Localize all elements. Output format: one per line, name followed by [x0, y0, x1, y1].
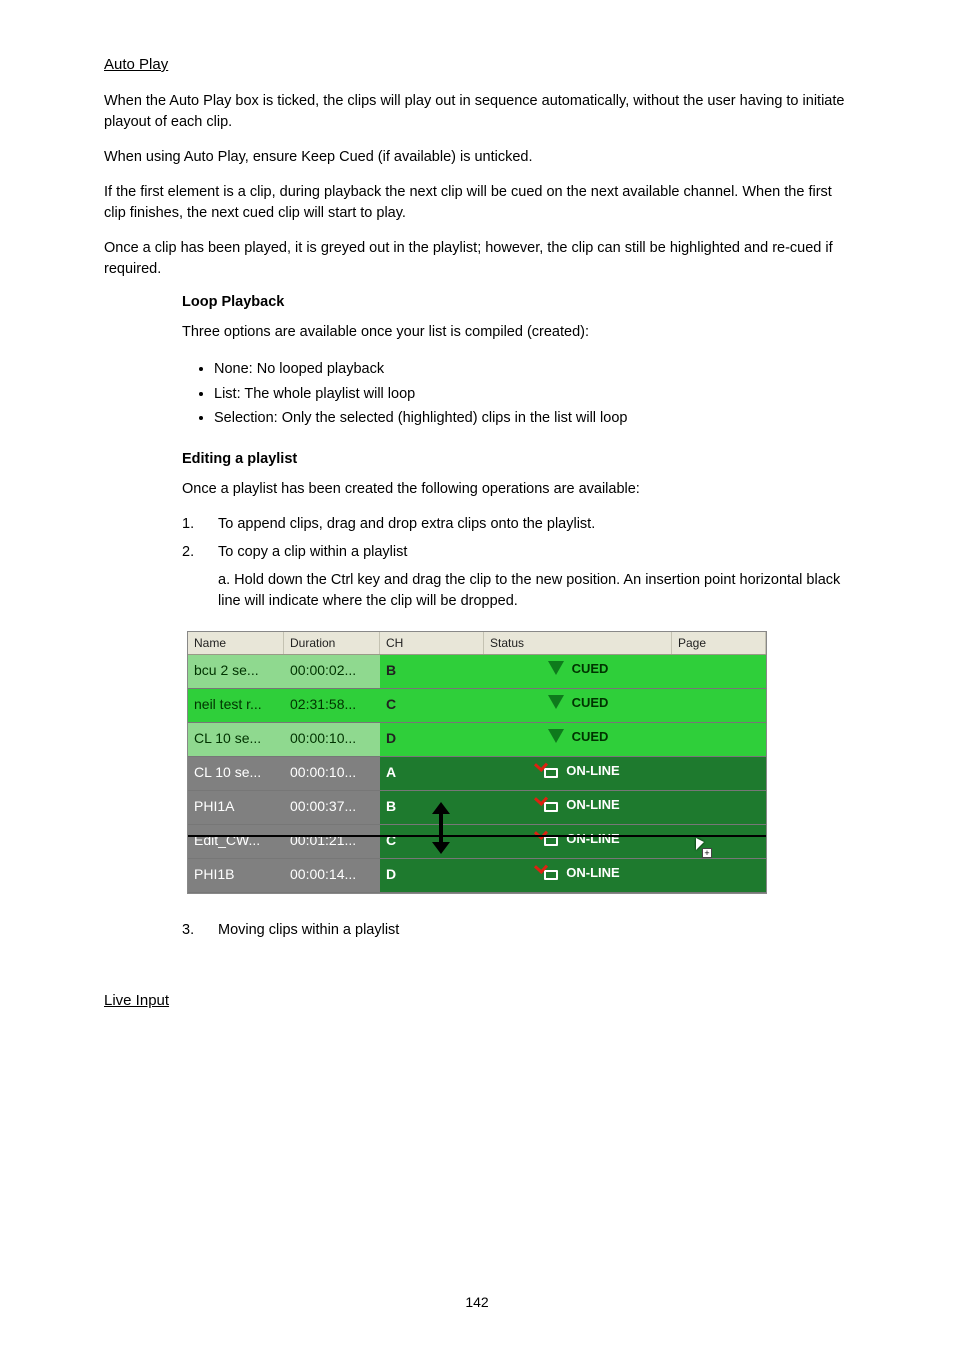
cell-duration: 02:31:58... — [284, 689, 380, 722]
cell-status: ON-LINE — [484, 859, 672, 892]
table-header: Name Duration CH Status Page — [188, 632, 766, 655]
drop-indicator — [188, 835, 766, 837]
playlist-table: Name Duration CH Status Page bcu 2 se...… — [187, 631, 767, 894]
cued-icon — [548, 729, 564, 743]
table-row[interactable]: PHI1B00:00:14...D ON-LINE — [188, 859, 766, 893]
list-item: None: No looped playback — [214, 357, 850, 382]
step-num: 3. — [182, 920, 218, 942]
th-page[interactable]: Page — [672, 632, 766, 654]
step-text: To copy a clip within a playlist — [218, 544, 407, 560]
th-duration[interactable]: Duration — [284, 632, 380, 654]
cell-status: ON-LINE — [484, 825, 672, 858]
cell-duration: 00:00:02... — [284, 655, 380, 688]
cell-duration: 00:01:21... — [284, 825, 380, 858]
list-item: List: The whole playlist will loop — [214, 382, 850, 407]
cell-page — [672, 723, 766, 756]
subhead-editing-playlist: Editing a playlist — [182, 451, 850, 467]
step-text: Moving clips within a playlist — [218, 922, 399, 938]
para: Once a clip has been played, it is greye… — [104, 238, 850, 280]
section-title-autoplay: Auto Play — [104, 56, 850, 73]
cell-status: CUED — [484, 689, 672, 722]
para: Three options are available once your li… — [182, 322, 850, 343]
status-label: CUED — [572, 729, 609, 744]
cell-name: PHI1B — [188, 859, 284, 892]
para: When using Auto Play, ensure Keep Cued (… — [104, 147, 850, 168]
subhead-loop-playback: Loop Playback — [182, 294, 850, 310]
cell-status: CUED — [484, 723, 672, 756]
section-title-liveinput: Live Input — [104, 992, 850, 1009]
th-ch[interactable]: CH — [380, 632, 484, 654]
cell-page — [672, 655, 766, 688]
status-label: CUED — [572, 661, 609, 676]
cell-name: neil test r... — [188, 689, 284, 722]
cell-page — [672, 757, 766, 790]
cell-status: ON-LINE — [484, 757, 672, 790]
status-label: ON-LINE — [566, 797, 619, 812]
table-row[interactable]: PHI1A00:00:37...B ON-LINE — [188, 791, 766, 825]
th-name[interactable]: Name — [188, 632, 284, 654]
step-2a: a. Hold down the Ctrl key and drag the c… — [218, 570, 850, 614]
cell-duration: 00:00:10... — [284, 723, 380, 756]
cell-page — [672, 859, 766, 892]
table-row[interactable]: bcu 2 se...00:00:02...B CUED — [188, 655, 766, 689]
cell-page — [672, 825, 766, 858]
cursor-copy-icon: + — [696, 838, 712, 858]
table-row[interactable]: CL 10 se...00:00:10...D CUED — [188, 723, 766, 757]
cell-ch: D — [380, 723, 484, 756]
step-3: 3.Moving clips within a playlist — [182, 920, 850, 942]
steps: 1.To append clips, drag and drop extra c… — [104, 514, 850, 613]
cell-ch: B — [380, 791, 484, 824]
status-label: ON-LINE — [566, 831, 619, 846]
cell-ch: C — [380, 825, 484, 858]
cell-name: CL 10 se... — [188, 723, 284, 756]
status-label: CUED — [572, 695, 609, 710]
cell-name: Edit_CW... — [188, 825, 284, 858]
status-label: ON-LINE — [566, 763, 619, 778]
cell-status: ON-LINE — [484, 791, 672, 824]
steps-cont: 3.Moving clips within a playlist — [104, 920, 850, 942]
status-label: ON-LINE — [566, 865, 619, 880]
cell-duration: 00:00:14... — [284, 859, 380, 892]
cued-icon — [548, 695, 564, 709]
cell-page — [672, 689, 766, 722]
para: If the first element is a clip, during p… — [104, 182, 850, 224]
table-row[interactable]: neil test r...02:31:58...C CUED — [188, 689, 766, 723]
cell-duration: 00:00:37... — [284, 791, 380, 824]
para: Once a playlist has been created the fol… — [182, 479, 850, 500]
cell-status: CUED — [484, 655, 672, 688]
table-row[interactable]: Edit_CW...00:01:21...C ON-LINE — [188, 825, 766, 859]
list-item: Selection: Only the selected (highlighte… — [214, 406, 850, 431]
online-icon — [536, 830, 558, 846]
page-number: 142 — [465, 1294, 488, 1310]
step-text: To append clips, drag and drop extra cli… — [218, 516, 595, 532]
online-icon — [536, 864, 558, 880]
table-row[interactable]: CL 10 se...00:00:10...A ON-LINE — [188, 757, 766, 791]
step-2: 2.To copy a clip within a playlist — [182, 542, 850, 564]
loop-options-list: None: No looped playback List: The whole… — [214, 357, 850, 431]
cell-ch: C — [380, 689, 484, 722]
para: When the Auto Play box is ticked, the cl… — [104, 91, 850, 133]
cell-page — [672, 791, 766, 824]
cell-ch: B — [380, 655, 484, 688]
online-icon — [536, 796, 558, 812]
th-status[interactable]: Status — [484, 632, 672, 654]
cell-ch: A — [380, 757, 484, 790]
cell-name: CL 10 se... — [188, 757, 284, 790]
step-1: 1.To append clips, drag and drop extra c… — [182, 514, 850, 536]
online-icon — [536, 762, 558, 778]
cell-duration: 00:00:10... — [284, 757, 380, 790]
cell-ch: D — [380, 859, 484, 892]
cell-name: PHI1A — [188, 791, 284, 824]
cued-icon — [548, 661, 564, 675]
cell-name: bcu 2 se... — [188, 655, 284, 688]
step-num: 1. — [182, 514, 218, 536]
step-num: 2. — [182, 542, 218, 564]
